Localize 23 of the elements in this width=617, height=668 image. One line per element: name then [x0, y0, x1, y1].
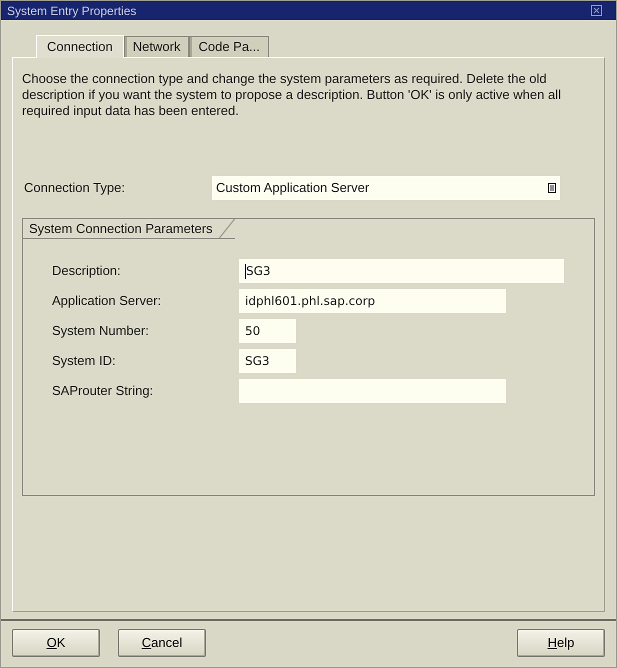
input-field[interactable]: SG3 [239, 259, 564, 283]
field-label: System Number: [51, 322, 150, 340]
field-label: Connection Type: [23, 179, 126, 198]
input-field[interactable]: idphl601.phl.sap.corp [239, 289, 506, 313]
dropdown-icon [548, 183, 556, 193]
group-title: System Connection Parameters [23, 219, 235, 239]
dialog-button[interactable]: Help [517, 629, 605, 657]
dialog-button[interactable]: OK [12, 629, 100, 657]
field-label: System ID: [51, 352, 117, 370]
tab[interactable]: Code Pa... [189, 36, 269, 57]
instructions-text: Choose the connection type and change the system parameters as required. Delete the old description if you want the system to propose a description. Button 'OK' is only active when all required input data has been entered. [22, 71, 562, 119]
close-icon[interactable] [591, 5, 602, 16]
field-label: Description: [51, 262, 122, 280]
input-field[interactable]: 50 [239, 319, 296, 343]
tab[interactable]: Connection [36, 35, 124, 58]
window-title: System Entry Properties [7, 2, 136, 20]
input-field[interactable]: SG3 [239, 349, 296, 373]
tab[interactable]: Network [124, 36, 190, 57]
dialog-button[interactable]: Cancel [118, 629, 206, 657]
connection-type-dropdown[interactable]: Custom Application Server [212, 176, 560, 200]
field-label: SAProuter String: [51, 382, 154, 400]
field-label: Application Server: [51, 292, 162, 310]
input-field[interactable] [239, 379, 506, 403]
